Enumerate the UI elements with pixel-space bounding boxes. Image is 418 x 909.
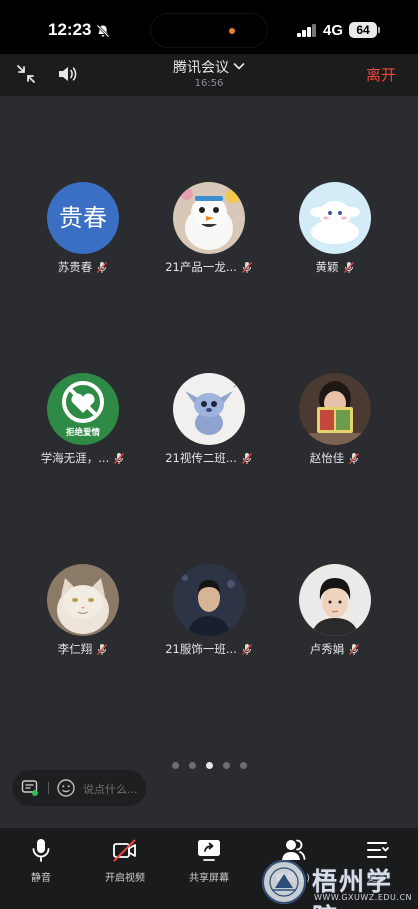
snowman-plush-avatar (173, 182, 245, 254)
mic-off-icon (343, 261, 354, 273)
leave-button[interactable]: 离开 (366, 64, 396, 85)
no-love-sign-avatar: 拒绝爱情 (47, 373, 119, 445)
young-man-portrait-avatar (299, 564, 371, 636)
meeting-timer: 16:56 (194, 78, 224, 89)
page-dot[interactable] (222, 762, 230, 769)
svg-text:♪: ♪ (233, 381, 237, 389)
dynamic-island (150, 13, 268, 48)
meeting-title: 腾讯会议 (173, 60, 229, 76)
chat-bubble-icon[interactable] (21, 779, 39, 797)
participant-name: 卢秀娟 (309, 642, 345, 656)
university-seal-icon (262, 860, 306, 904)
stitch-sketch-avatar: ♪ (173, 373, 245, 445)
cellular-signal-icon (297, 24, 317, 37)
page-dot[interactable] (171, 762, 179, 769)
divider (48, 782, 49, 794)
participant-name: 学海无涯，... (40, 451, 110, 465)
mic-off-icon (241, 261, 252, 273)
battery-indicator: 64 (349, 22, 377, 38)
mic-off-icon (349, 643, 360, 655)
avatar: 贵春 (47, 182, 119, 254)
participant-name: 21产品一龙... (165, 260, 237, 274)
video-off-icon (113, 839, 136, 862)
participant-tile[interactable]: ♪ 21视传二班... (144, 373, 274, 466)
chat-input-bar[interactable]: 说点什么... (12, 770, 146, 806)
girl-with-book-avatar (299, 373, 371, 445)
chevron-down-icon (233, 62, 245, 70)
participant-name: 苏贵春 (57, 260, 93, 274)
mic-off-icon (114, 452, 125, 464)
avatar-caption: 拒绝爱情 (66, 427, 101, 438)
participant-name: 赵怡佳 (309, 451, 345, 465)
watermark-url: WWW.GXUWZ.EDU.CN (314, 893, 413, 902)
page-dot-active[interactable] (205, 762, 213, 769)
mic-off-icon (97, 643, 108, 655)
mute-label: 静音 (31, 873, 51, 884)
participant-name: 21服饰一班... (165, 642, 237, 656)
status-bar: 12:23 4G 64 (0, 0, 418, 54)
share-screen-label: 共享屏幕 (189, 873, 229, 884)
mic-off-icon (241, 643, 252, 655)
chat-placeholder[interactable]: 说点什么... (83, 781, 138, 797)
status-time: 12:23 (48, 20, 92, 39)
participant-tile[interactable]: 赵怡佳 (270, 373, 400, 466)
participant-name: 黄颖 (315, 260, 339, 274)
participant-tile[interactable]: 21服饰一班... (144, 564, 274, 657)
battery-tip (378, 27, 380, 33)
start-video-label: 开启视频 (105, 873, 145, 884)
meeting-header: 腾讯会议 16:56 离开 (0, 54, 418, 96)
cinnamoroll-avatar (299, 182, 371, 254)
mic-off-icon (241, 452, 252, 464)
page-dot[interactable] (188, 762, 196, 769)
start-video-button[interactable]: 开启视频 (85, 836, 165, 884)
share-screen-icon (198, 840, 220, 861)
participant-tile[interactable]: 21产品一龙... (144, 182, 274, 275)
camera-in-use-indicator (229, 28, 235, 34)
meeting-title-dropdown[interactable]: 腾讯会议 (0, 57, 418, 77)
participant-tile[interactable]: 拒绝爱情 学海无涯，... (18, 373, 148, 466)
network-type: 4G (323, 22, 344, 39)
white-cat-avatar (47, 564, 119, 636)
emoji-icon[interactable] (56, 778, 76, 798)
participant-grid: 贵春 苏贵春 21产品一龙... 黄颖 拒绝爱情 学海无涯，... ♪ 21视传… (0, 96, 418, 828)
participant-tile[interactable]: 卢秀娟 (270, 564, 400, 657)
mute-button[interactable]: 静音 (1, 836, 81, 884)
share-screen-button[interactable]: 共享屏幕 (169, 836, 249, 884)
participant-name: 李仁翔 (57, 642, 93, 656)
participant-tile[interactable]: 黄颖 (270, 182, 400, 275)
microphone-icon (32, 839, 50, 862)
university-watermark: 梧州学院 WWW.GXUWZ.EDU.CN (258, 858, 418, 909)
mic-off-icon (97, 261, 108, 273)
man-portrait-avatar (173, 564, 245, 636)
participant-name: 21视传二班... (165, 451, 237, 465)
avatar-initials: 贵春 (59, 204, 107, 232)
participant-tile[interactable]: 李仁翔 (18, 564, 148, 657)
mic-off-icon (349, 452, 360, 464)
participant-tile[interactable]: 贵春 苏贵春 (18, 182, 148, 275)
bell-off-icon (96, 24, 110, 38)
page-dot[interactable] (239, 762, 247, 769)
